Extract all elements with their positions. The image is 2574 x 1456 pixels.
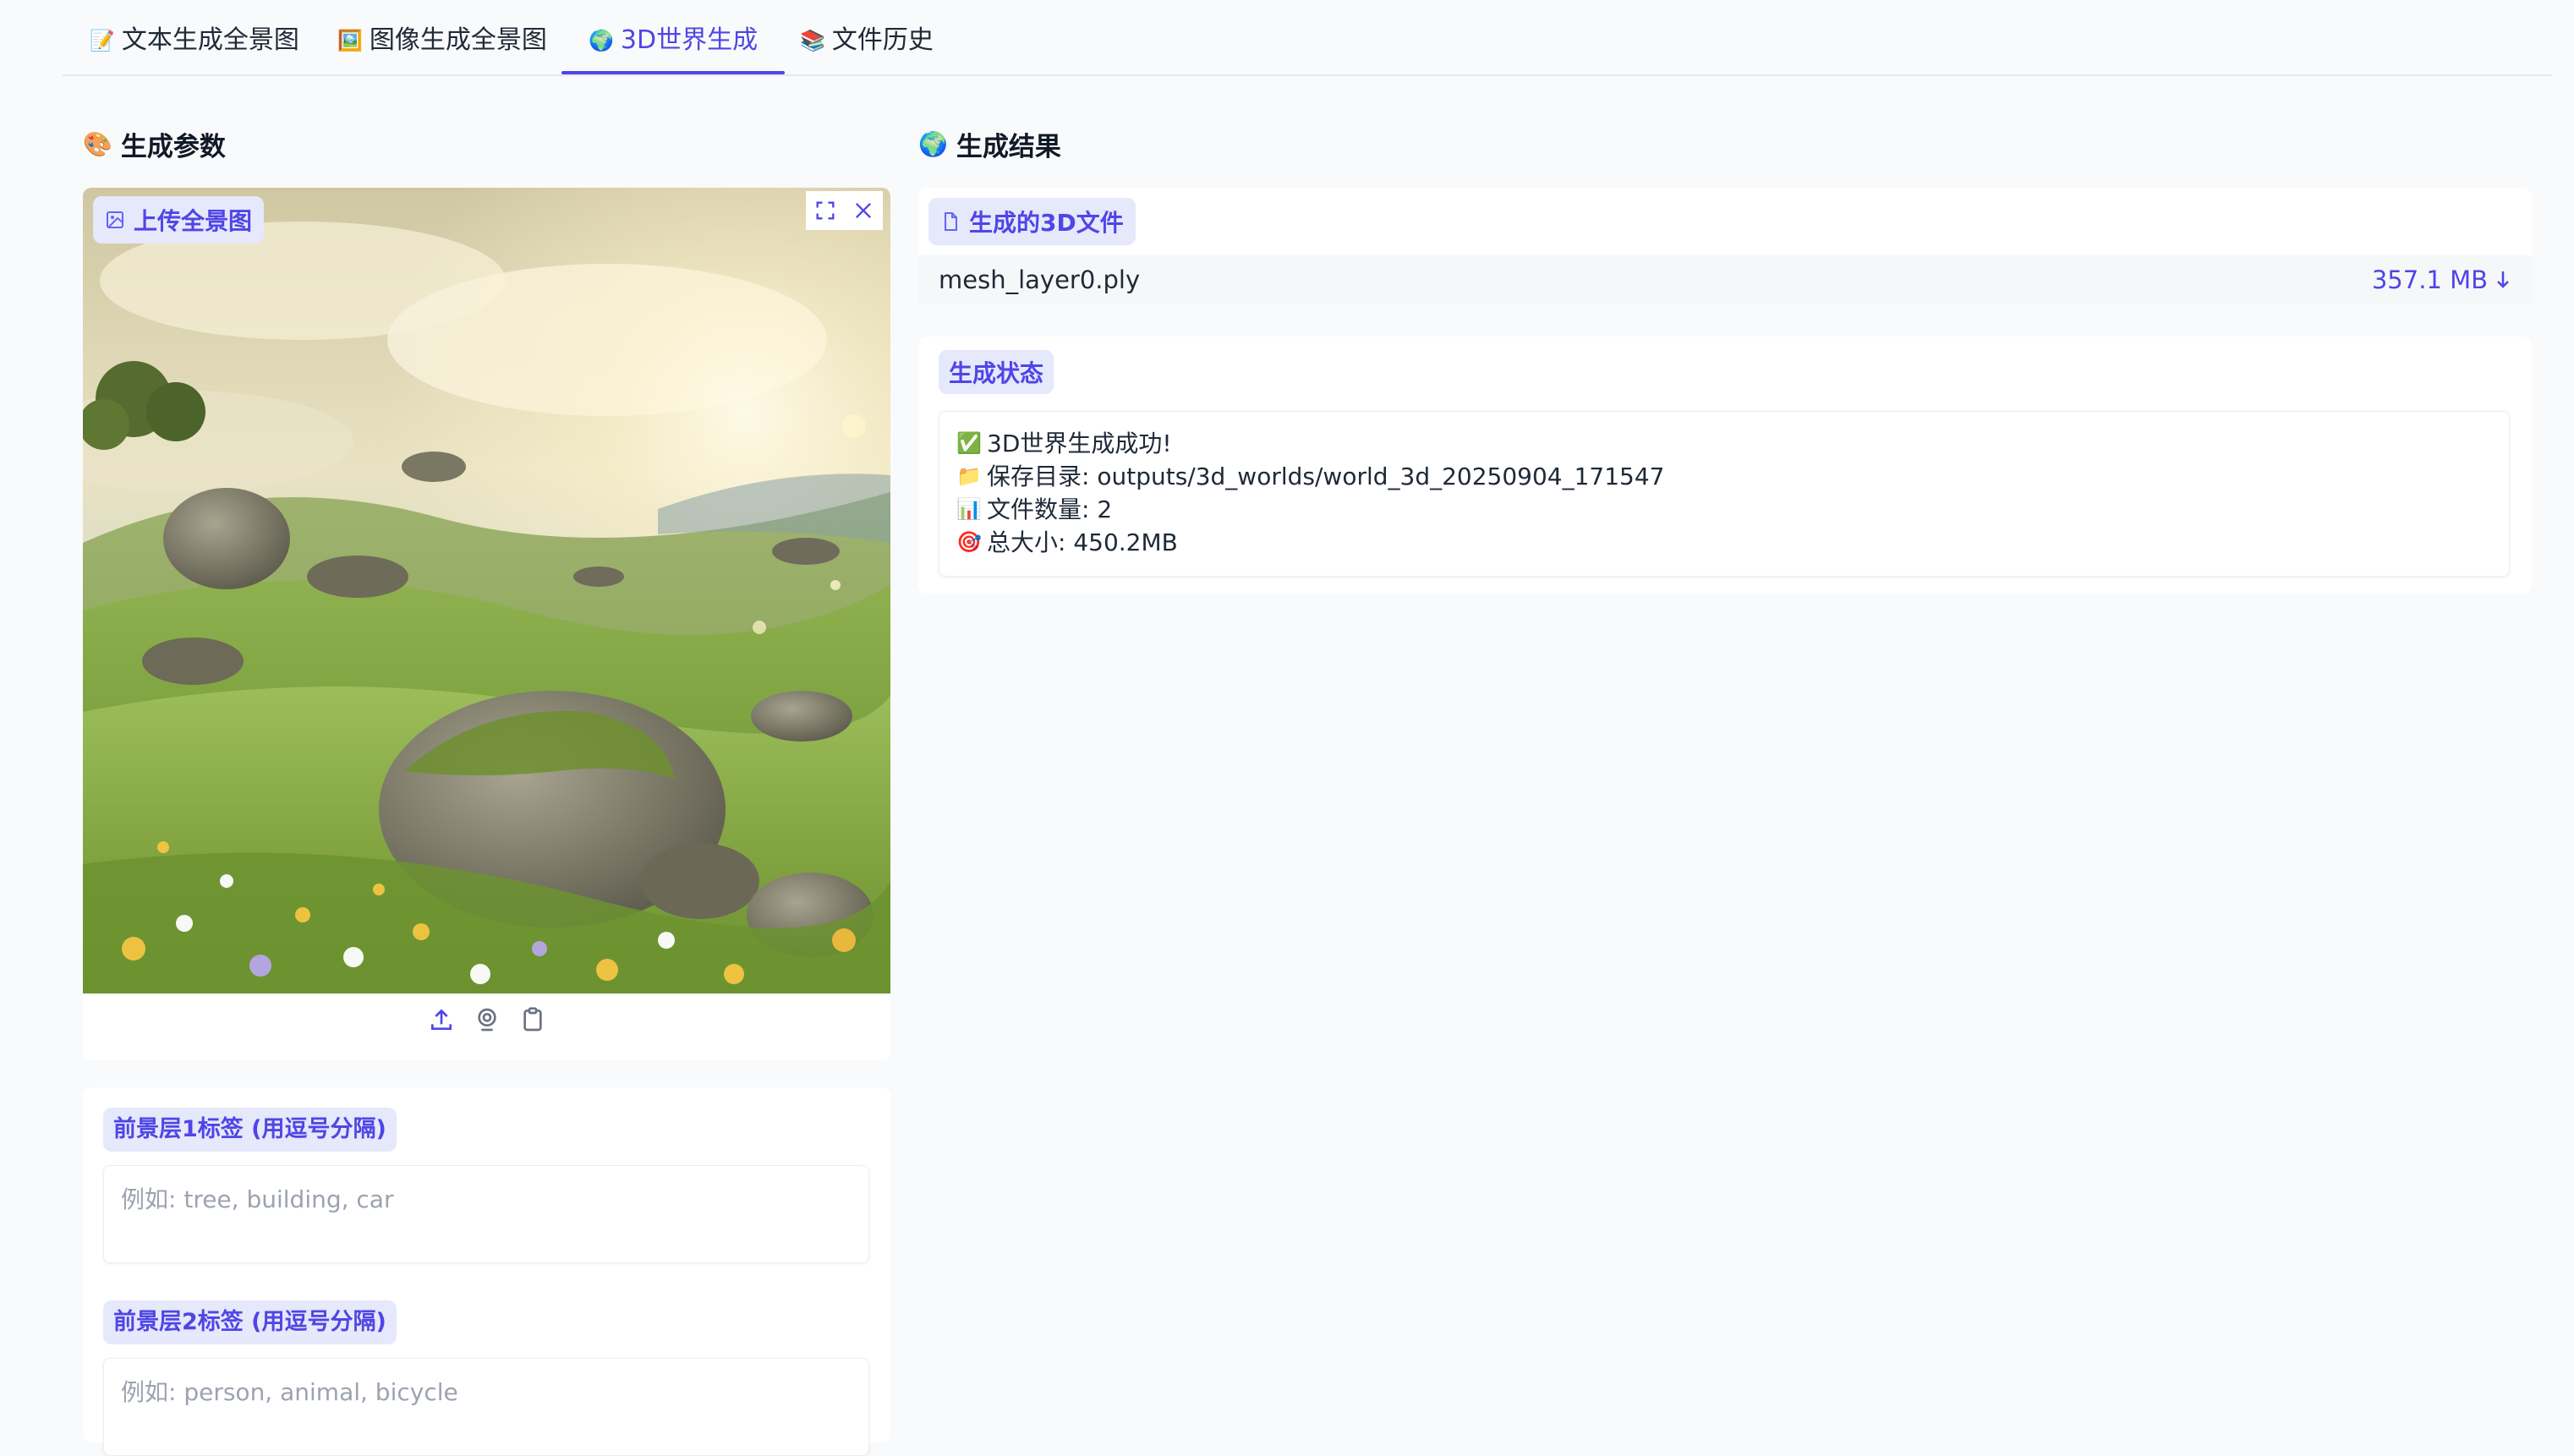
upload-icon	[430, 1009, 452, 1030]
status-line: 🎯 总大小: 450.2MB	[956, 526, 2492, 559]
status-line: 📊 文件数量: 2	[956, 493, 2492, 526]
tab-bar: 📝 文本生成全景图 🖼️ 图像生成全景图 🌍 3D世界生成 📚 文件历史	[63, 0, 2552, 76]
params-heading-text: 生成参数	[120, 132, 226, 162]
webcam-button[interactable]	[474, 1006, 501, 1033]
fg-layer2-label: 前景层2标签 (用逗号分隔)	[103, 1300, 397, 1344]
upload-panorama-label: 上传全景图	[93, 196, 265, 244]
fullscreen-icon	[816, 201, 835, 220]
file-download-link[interactable]: 357.1 MB	[2372, 265, 2511, 294]
tab-text-panorama[interactable]: 📝 文本生成全景图	[90, 25, 299, 73]
close-icon	[856, 203, 871, 218]
status-text: 保存目录: outputs/3d_worlds/world_3d_2025090…	[987, 463, 1665, 490]
books-icon: 📚	[800, 29, 825, 52]
upload-button[interactable]	[428, 1006, 455, 1033]
status-line: ✅ 3D世界生成成功!	[956, 427, 2492, 460]
status-label-text: 生成状态	[949, 359, 1044, 387]
upload-panorama-text: 上传全景图	[134, 207, 253, 235]
results-heading: 🌍 生成结果	[918, 125, 1061, 163]
image-icon	[107, 211, 123, 228]
status-text: 总大小: 450.2MB	[987, 528, 1178, 556]
tab-file-history[interactable]: 📚 文件历史	[800, 25, 934, 73]
file-name: mesh_layer0.ply	[939, 265, 1141, 294]
image-source-toolbar	[83, 1006, 890, 1048]
clipboard-icon	[523, 1007, 542, 1032]
generated-file-card: 生成的3D文件 mesh_layer0.ply 357.1 MB	[918, 188, 2532, 304]
tab-image-panorama[interactable]: 🖼️ 图像生成全景图	[337, 25, 547, 73]
status-label: 生成状态	[939, 350, 1054, 394]
tab-3d-world[interactable]: 🌍 3D世界生成	[561, 25, 786, 74]
check-icon: ✅	[956, 431, 982, 455]
palette-icon: 🎨	[83, 130, 112, 158]
fg-layer1-placeholder: 例如: tree, building, car	[121, 1185, 394, 1213]
memo-icon: 📝	[90, 29, 115, 52]
globe-icon: 🌍	[589, 29, 614, 52]
results-heading-text: 生成结果	[956, 132, 1061, 162]
fg-layer1-input[interactable]: 例如: tree, building, car	[103, 1165, 869, 1263]
webcam-icon	[477, 1008, 496, 1032]
status-text: 3D世界生成成功!	[987, 430, 1172, 457]
bar-chart-icon: 📊	[956, 497, 982, 521]
download-arrow-icon	[2497, 271, 2509, 288]
tab-label: 文本生成全景图	[121, 25, 299, 55]
fg-layer2-input[interactable]: 例如: person, animal, bicycle	[103, 1358, 869, 1456]
generated-file-label: 生成的3D文件	[928, 198, 1136, 245]
status-card: 生成状态 ✅ 3D世界生成成功! 📁 保存目录: outputs/3d_worl…	[918, 337, 2532, 594]
clear-image-button[interactable]	[844, 191, 883, 230]
file-size: 357.1 MB	[2371, 265, 2488, 294]
fullscreen-button[interactable]	[806, 191, 845, 230]
params-heading: 🎨 生成参数	[83, 125, 226, 163]
generated-file-text: 生成的3D文件	[969, 209, 1124, 237]
globe-icon: 🌍	[918, 130, 948, 158]
picture-icon: 🖼️	[337, 29, 363, 52]
panorama-image	[83, 188, 890, 993]
file-icon	[945, 212, 957, 231]
fg-layer1-label: 前景层1标签 (用逗号分隔)	[103, 1108, 397, 1152]
paste-clipboard-button[interactable]	[519, 1006, 546, 1033]
status-line: 📁 保存目录: outputs/3d_worlds/world_3d_20250…	[956, 460, 2492, 493]
status-text: 文件数量: 2	[987, 495, 1113, 523]
file-row[interactable]: mesh_layer0.ply 357.1 MB	[918, 255, 2532, 304]
tab-label: 3D世界生成	[620, 25, 759, 55]
fg-layer2-placeholder: 例如: person, animal, bicycle	[121, 1378, 458, 1406]
folder-icon: 📁	[956, 464, 982, 488]
tab-label: 文件历史	[831, 25, 934, 55]
foreground-labels-card: 前景层1标签 (用逗号分隔) 例如: tree, building, car 前…	[83, 1087, 890, 1456]
target-icon: 🎯	[956, 530, 982, 554]
tab-label: 图像生成全景图	[369, 25, 547, 55]
panorama-upload-card[interactable]: 上传全景图	[83, 188, 890, 1060]
status-output[interactable]: ✅ 3D世界生成成功! 📁 保存目录: outputs/3d_worlds/wo…	[939, 411, 2510, 577]
